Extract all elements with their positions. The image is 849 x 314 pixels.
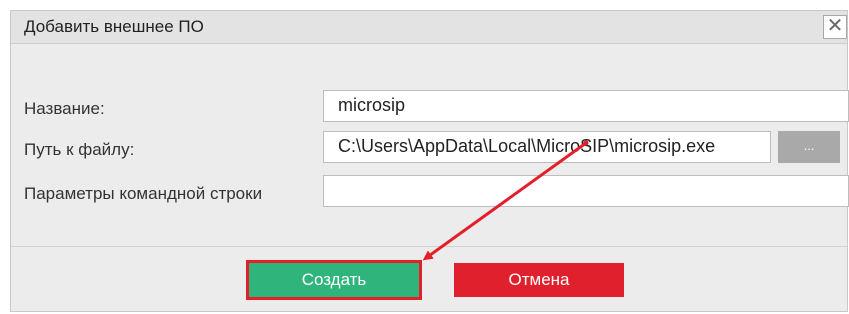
browse-button[interactable]: ... (778, 131, 840, 163)
close-icon: ✕ (826, 15, 844, 37)
cancel-button[interactable]: Отмена (454, 263, 624, 297)
params-label: Параметры командной строки (24, 184, 263, 203)
dialog-title: Добавить внешнее ПО (24, 17, 204, 36)
create-button[interactable]: Создать (246, 260, 422, 300)
ellipsis-icon: ... (803, 138, 815, 153)
close-button[interactable]: ✕ (823, 15, 847, 39)
dialog-titlebar: Добавить внешнее ПО ✕ (11, 11, 847, 44)
name-label: Название: (24, 99, 105, 118)
name-field[interactable]: microsip (323, 90, 849, 122)
params-field[interactable] (323, 175, 849, 207)
path-label: Путь к файлу: (24, 140, 135, 159)
add-external-software-dialog: Добавить внешнее ПО ✕ Название: microsip… (10, 10, 849, 312)
path-field[interactable]: C:\Users\AppData\Local\MicroSIP\microsip… (323, 131, 771, 163)
footer-divider (11, 246, 847, 247)
